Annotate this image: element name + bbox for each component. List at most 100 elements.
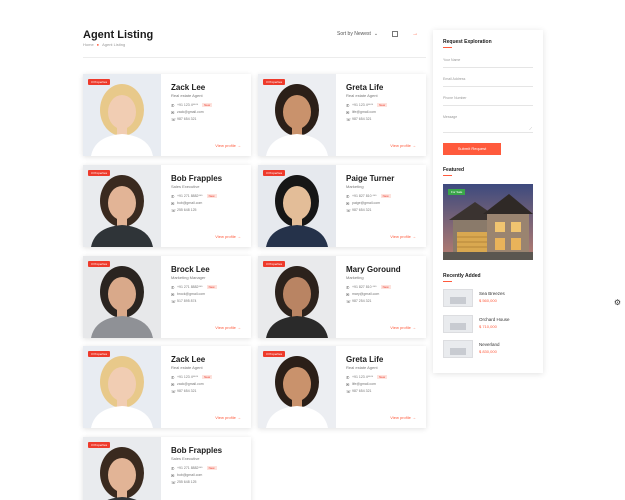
agent-photo[interactable]: 3 Properties [258, 346, 336, 428]
view-profile-label: View profile [390, 325, 411, 330]
agent-card[interactable]: 3 Properties Zack Lee Real estate Agent … [83, 346, 251, 428]
sidebar: Request Exploration Your Name Email Addr… [433, 30, 543, 373]
email-line: ✉ mary@gmail.com [346, 292, 424, 297]
agent-phone: +91 123 4**** [177, 103, 199, 107]
breadcrumb-separator: ● [96, 42, 100, 47]
recent-item[interactable]: Sea Breezes $ 560,000 [443, 289, 535, 307]
agent-card[interactable]: 3 Properties Bob Frapples Sales Executiv… [83, 165, 251, 247]
name-field[interactable]: Your Name [443, 54, 533, 68]
view-profile-label: View profile [390, 143, 411, 148]
view-profile-link[interactable]: View profile → [215, 143, 241, 148]
arrow-right-icon: → [412, 234, 416, 239]
agent-email[interactable]: life@gmail.com [352, 110, 376, 114]
agent-email[interactable]: paige@gmail.com [352, 201, 380, 205]
agent-card[interactable]: 3 Properties Brock Lee Marketing Manager… [83, 256, 251, 338]
phone2-line: ☏ 987 654 321 [346, 389, 424, 394]
message-field[interactable]: Message ⟋ [443, 111, 533, 133]
chevron-down-icon: ⌄ [373, 31, 379, 37]
new-tag: New [377, 103, 388, 107]
agent-phone-secondary: 987 654 321 [177, 117, 197, 121]
phone-line: ✆ +91 123 4**** New [346, 103, 424, 108]
view-profile-link[interactable]: View profile → [215, 415, 241, 420]
email-line: ✉ zack@gmail.com [171, 110, 249, 115]
agent-email[interactable]: zack@gmail.com [177, 382, 204, 386]
phone-line: ✆ +91 123 4**** New [171, 103, 249, 108]
arrow-right-icon: → [412, 143, 416, 148]
view-profile-link[interactable]: View profile → [215, 325, 241, 330]
agent-info: Bob Frapples Sales Executive ✆ +91 271 8… [171, 446, 249, 485]
recent-accent-bar [443, 281, 452, 282]
agent-phone-secondary: 987 654 321 [177, 389, 197, 393]
agent-name[interactable]: Bob Frapples [171, 174, 249, 183]
view-profile-link[interactable]: View profile → [390, 234, 416, 239]
new-tag: New [380, 285, 391, 289]
agent-info: Brock Lee Marketing Manager ✆ +91 271 88… [171, 265, 249, 304]
featured-title: Featured [443, 167, 465, 173]
properties-badge: 3 Properties [88, 170, 111, 176]
arrow-right-icon[interactable]: → [412, 31, 418, 37]
agent-photo[interactable]: 3 Properties [83, 165, 161, 247]
email-field[interactable]: Email Address [443, 73, 533, 87]
phone-line: ✆ +91 271 8882*** New [171, 194, 249, 199]
grid-view-icon[interactable] [392, 31, 399, 37]
agent-name[interactable]: Brock Lee [171, 265, 249, 274]
view-profile-link[interactable]: View profile → [390, 143, 416, 148]
view-profile-link[interactable]: View profile → [390, 325, 416, 330]
phone-field[interactable]: Phone Number [443, 92, 533, 106]
phone2-line: ☏ 255 648 125 [171, 480, 249, 485]
phone-line: ✆ +91 827 810 *** New [346, 194, 424, 199]
agent-email[interactable]: brock@gmail.com [177, 292, 205, 296]
breadcrumb-home[interactable]: Home [83, 42, 94, 47]
new-tag: New [380, 194, 391, 198]
email-line: ✉ bob@gmail.com [171, 201, 249, 206]
agent-name[interactable]: Greta Life [346, 355, 424, 364]
recent-name: Sea Breezes [479, 291, 505, 296]
agent-photo[interactable]: 3 Properties [83, 437, 161, 500]
gear-icon[interactable]: ⚙ [612, 297, 623, 308]
sort-label: Sort by Newest [337, 31, 371, 37]
new-tag: New [202, 103, 213, 107]
recent-item[interactable]: Neverland $ 830,000 [443, 340, 535, 358]
agent-photo[interactable]: 3 Properties [258, 74, 336, 156]
recent-item[interactable]: Orchard House $ 710,000 [443, 315, 535, 333]
phone2-line: ☏ 987 654 321 [171, 117, 249, 122]
agent-name[interactable]: Zack Lee [171, 355, 249, 364]
properties-badge: 3 Properties [88, 79, 111, 85]
agent-name[interactable]: Zack Lee [171, 83, 249, 92]
new-tag: New [202, 375, 213, 379]
agent-name[interactable]: Bob Frapples [171, 446, 249, 455]
agent-photo[interactable]: 3 Properties [258, 165, 336, 247]
submit-request-button[interactable]: Submit Request [443, 143, 501, 155]
agent-phone-secondary: 987 654 321 [352, 389, 372, 393]
email-line: ✉ paige@gmail.com [346, 201, 424, 206]
sort-select[interactable]: Sort by Newest ⌄ [337, 31, 378, 37]
view-profile-link[interactable]: View profile → [215, 234, 241, 239]
agent-name[interactable]: Mary Goround [346, 265, 424, 274]
agent-phone-secondary: 987 654 321 [352, 208, 372, 212]
agent-email[interactable]: zack@gmail.com [177, 110, 204, 114]
agent-card[interactable]: 3 Properties Greta Life Real estate Agen… [258, 74, 426, 156]
agent-email[interactable]: mary@gmail.com [352, 292, 379, 296]
agent-photo[interactable]: 3 Properties [83, 256, 161, 338]
agent-info: Greta Life Real estate Agent ✆ +91 123 4… [346, 355, 424, 394]
agent-email[interactable]: life@gmail.com [352, 382, 376, 386]
properties-badge: 3 Properties [88, 261, 111, 267]
view-profile-link[interactable]: View profile → [390, 415, 416, 420]
agent-phone: +91 123 4**** [352, 103, 374, 107]
agent-name[interactable]: Paige Turner [346, 174, 424, 183]
agent-email[interactable]: bob@gmail.com [177, 201, 202, 205]
agent-card[interactable]: 3 Properties Greta Life Real estate Agen… [258, 346, 426, 428]
agent-photo[interactable]: 3 Properties [83, 74, 161, 156]
agent-card[interactable]: 3 Properties Zack Lee Real estate Agent … [83, 74, 251, 156]
agent-card[interactable]: 3 Properties Paige Turner Marketing ✆ +9… [258, 165, 426, 247]
resize-handle-icon[interactable]: ⟋ [529, 126, 532, 131]
agent-email[interactable]: bob@gmail.com [177, 473, 202, 477]
agent-phone: +91 271 8882*** [177, 285, 203, 289]
agent-phone: +91 271 8882*** [177, 194, 203, 198]
featured-property-image[interactable]: For Sale [443, 184, 533, 260]
agent-photo[interactable]: 3 Properties [258, 256, 336, 338]
agent-photo[interactable]: 3 Properties [83, 346, 161, 428]
agent-card[interactable]: 3 Properties Bob Frapples Sales Executiv… [83, 437, 251, 500]
agent-name[interactable]: Greta Life [346, 83, 424, 92]
agent-card[interactable]: 3 Properties Mary Goround Marketing ✆ +9… [258, 256, 426, 338]
